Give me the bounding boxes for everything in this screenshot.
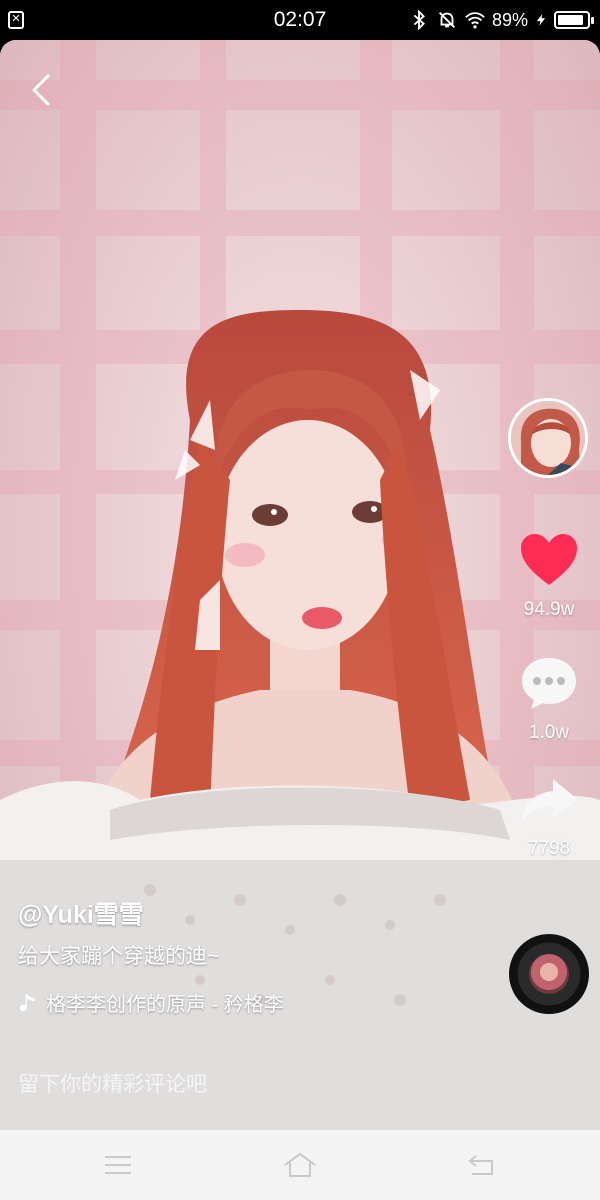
share-arrow-icon xyxy=(521,779,577,823)
video-player[interactable]: 94.9w 1.0w 7798 @Yuki雪雪 给大家蹦个穿越的迪~ 格李李创作… xyxy=(0,40,600,1130)
home-icon[interactable] xyxy=(282,1148,318,1182)
author-handle[interactable]: @Yuki雪雪 xyxy=(18,895,144,931)
comment-bubble-icon xyxy=(522,658,576,709)
share-count: 7798 xyxy=(527,838,571,859)
comment-button[interactable]: 1.0w xyxy=(516,655,582,744)
menu-icon[interactable] xyxy=(100,1148,136,1182)
comment-count: 1.0w xyxy=(528,722,570,743)
charging-icon xyxy=(536,14,546,26)
battery-icon xyxy=(554,11,594,29)
back-button[interactable] xyxy=(22,70,62,110)
mute-icon xyxy=(438,12,455,28)
video-description: 给大家蹦个穿越的迪~ xyxy=(18,945,220,968)
wifi-icon xyxy=(465,12,485,29)
battery-percent: 89% xyxy=(491,9,528,30)
heart-icon xyxy=(521,534,577,585)
comment-input[interactable]: 留下你的精彩评论吧 xyxy=(18,1068,207,1098)
status-bar: ✕ 02:07 89% xyxy=(0,0,600,40)
battery-fill xyxy=(558,15,583,25)
like-button[interactable]: 94.9w xyxy=(516,532,582,621)
music-title: 格李李创作的原声 - 矜格李 xyxy=(46,994,284,1016)
back-icon[interactable] xyxy=(464,1148,500,1182)
music-disc[interactable] xyxy=(509,934,589,1014)
share-button[interactable]: 7798 xyxy=(516,775,582,860)
music-note-icon xyxy=(19,993,35,1011)
bluetooth-icon xyxy=(413,9,425,31)
like-count: 94.9w xyxy=(523,599,575,620)
status-icons: 89% xyxy=(408,8,594,32)
system-nav-bar xyxy=(0,1130,600,1200)
music-disc-cover xyxy=(529,954,569,994)
music-info[interactable]: 格李李创作的原声 - 矜格李 xyxy=(18,988,284,1017)
author-avatar[interactable] xyxy=(508,398,588,478)
